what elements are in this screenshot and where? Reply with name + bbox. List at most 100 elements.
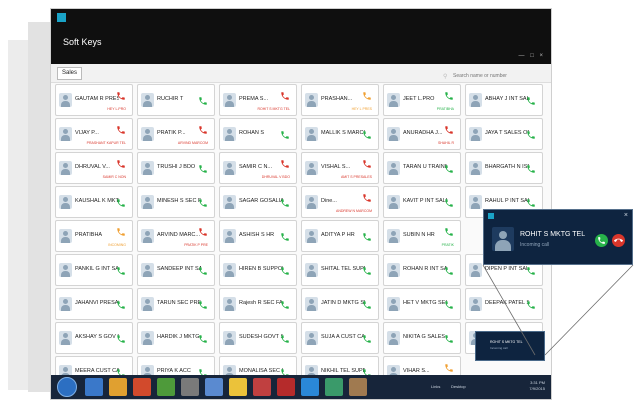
softkeys-icon[interactable] — [325, 378, 343, 396]
power-icon[interactable] — [229, 378, 247, 396]
phone-icon[interactable] — [444, 164, 454, 174]
phone-icon[interactable] — [116, 266, 126, 276]
phone-icon[interactable] — [280, 266, 290, 276]
contact-card[interactable]: KAUSHAL K MKTG SEC — [55, 186, 133, 218]
phone-icon[interactable] — [280, 232, 290, 242]
phone-icon[interactable] — [362, 232, 372, 242]
contact-card[interactable]: ADITYA P HR — [301, 220, 379, 252]
phone-icon[interactable] — [116, 300, 126, 310]
phone-icon[interactable] — [280, 159, 290, 169]
windows-start-icon[interactable] — [57, 377, 77, 397]
phone-icon[interactable] — [526, 164, 536, 174]
contact-card[interactable]: MINESH S SEC FAE — [137, 186, 215, 218]
contact-card[interactable]: SUBIN N HR PRATIK — [383, 220, 461, 252]
phone-icon[interactable] — [198, 164, 208, 174]
phone-icon[interactable] — [362, 130, 372, 140]
contact-card[interactable]: PANKIL G INT SALES — [55, 254, 133, 286]
phone-icon[interactable] — [444, 125, 454, 135]
phone-icon[interactable] — [362, 91, 372, 101]
contact-card[interactable]: PREMA S... ROHIT S MKTG TEL — [219, 84, 297, 116]
contact-card[interactable]: KAVIT P INT SALES — [383, 186, 461, 218]
close-icon[interactable]: × — [624, 212, 628, 219]
contact-card[interactable]: HARDIK J MKTG SEC — [137, 322, 215, 354]
phone-icon[interactable] — [444, 227, 454, 237]
phone-icon[interactable] — [526, 300, 536, 310]
contact-card[interactable]: SUJA A CUST CARE — [301, 322, 379, 354]
chrome-icon[interactable] — [133, 378, 151, 396]
phone-icon[interactable] — [280, 334, 290, 344]
accept-call-button[interactable] — [595, 234, 608, 247]
notepad-icon[interactable] — [205, 378, 223, 396]
contact-card[interactable]: VISHAL S... AMIT S PRESALES — [301, 152, 379, 184]
contact-card[interactable]: JAYA T SALES ORR — [465, 118, 543, 150]
player-icon[interactable] — [109, 378, 127, 396]
contact-card[interactable]: ROHAN S — [219, 118, 297, 150]
tray-links[interactable]: Links — [431, 384, 440, 389]
contact-card[interactable]: PRATIBHA INCOMING — [55, 220, 133, 252]
phone-icon[interactable] — [444, 300, 454, 310]
contact-card[interactable]: JATIN D MKTG SEC — [301, 288, 379, 320]
phone-icon[interactable] — [362, 159, 372, 169]
browser-icon[interactable] — [85, 378, 103, 396]
contact-card[interactable]: DEEPAK PATEL SEC — [465, 288, 543, 320]
window-controls[interactable]: — □ × — [519, 53, 545, 59]
phone-icon[interactable] — [198, 266, 208, 276]
contact-card[interactable]: TARAN U TRAINING — [383, 152, 461, 184]
app-icon[interactable] — [253, 378, 271, 396]
tab-sales[interactable]: Sales — [57, 67, 83, 80]
acrobat-icon[interactable] — [277, 378, 295, 396]
contact-card[interactable]: TARUN SEC PRESALES — [137, 288, 215, 320]
phone-icon[interactable] — [444, 266, 454, 276]
contact-card[interactable]: HET V MKTG SEC — [383, 288, 461, 320]
skype-icon[interactable] — [301, 378, 319, 396]
phone-icon[interactable] — [116, 91, 126, 101]
contact-card[interactable]: JAHANVI PRESALES — [55, 288, 133, 320]
phone-icon[interactable] — [444, 334, 454, 344]
phone-icon[interactable] — [444, 91, 454, 101]
contact-card[interactable]: AKSHAY S GOV SALES — [55, 322, 133, 354]
contact-card[interactable]: ASHISH S HR — [219, 220, 297, 252]
contact-card[interactable]: DHRUVAL V... SAMIR C NON — [55, 152, 133, 184]
phone-icon[interactable] — [198, 96, 208, 106]
contact-card[interactable]: PRATIK P... ARVIND MARCOM — [137, 118, 215, 150]
contact-card[interactable]: SANDEEP INT SALES — [137, 254, 215, 286]
contact-card[interactable]: MALLIK S MARCOM — [301, 118, 379, 150]
contact-card[interactable]: ROHAN R INT SALES — [383, 254, 461, 286]
phone-icon[interactable] — [362, 300, 372, 310]
phone-icon[interactable] — [280, 130, 290, 140]
contact-card[interactable]: ABHAY J INT SALES — [465, 84, 543, 116]
contact-card[interactable]: SAMIR C N... DHRUVAL V BDO — [219, 152, 297, 184]
paint-icon[interactable] — [181, 378, 199, 396]
contact-card[interactable]: VIJAY P... PRASHANT KAPUR TEL — [55, 118, 133, 150]
contact-card[interactable]: RUCHIR T — [137, 84, 215, 116]
mini-call-popup[interactable]: ROHIT S MKTG TEL Incoming call — [475, 331, 545, 361]
phone-icon[interactable] — [198, 300, 208, 310]
contact-card[interactable]: ANURADHA J... SHAHIL R — [383, 118, 461, 150]
phone-icon[interactable] — [444, 363, 454, 373]
contact-card[interactable]: ARVIND MARC... PRATIK P PRE — [137, 220, 215, 252]
phone-icon[interactable] — [280, 300, 290, 310]
phone-icon[interactable] — [198, 334, 208, 344]
phone-icon[interactable] — [280, 91, 290, 101]
tools-icon[interactable] — [349, 378, 367, 396]
taskbar-clock[interactable]: 3:31 PM 7/9/2015 — [529, 380, 545, 392]
phone-icon[interactable] — [116, 159, 126, 169]
phone-icon[interactable] — [362, 334, 372, 344]
contact-card[interactable]: PRASHAN... HEY L PRES — [301, 84, 379, 116]
phone-icon[interactable] — [116, 334, 126, 344]
contact-card[interactable]: HIREN B SUPPORT — [219, 254, 297, 286]
contact-card[interactable]: SHITAL TEL SUPPORT — [301, 254, 379, 286]
phone-icon[interactable] — [526, 266, 536, 276]
contact-card[interactable]: BHARGATH N ISEN — [465, 152, 543, 184]
phone-icon[interactable] — [116, 227, 126, 237]
phone-icon[interactable] — [116, 125, 126, 135]
phone-icon[interactable] — [198, 125, 208, 135]
contact-card[interactable]: GAUTAM R PRES... HEY L.PRO — [55, 84, 133, 116]
contact-card[interactable]: SUDESH GOVT SALES — [219, 322, 297, 354]
phone-icon[interactable] — [280, 198, 290, 208]
contact-card[interactable]: TRUSHI J BDO — [137, 152, 215, 184]
phone-icon[interactable] — [526, 96, 536, 106]
phone-icon[interactable] — [362, 266, 372, 276]
decline-call-button[interactable] — [612, 234, 625, 247]
tray-desktop[interactable]: Desktop — [451, 384, 466, 389]
